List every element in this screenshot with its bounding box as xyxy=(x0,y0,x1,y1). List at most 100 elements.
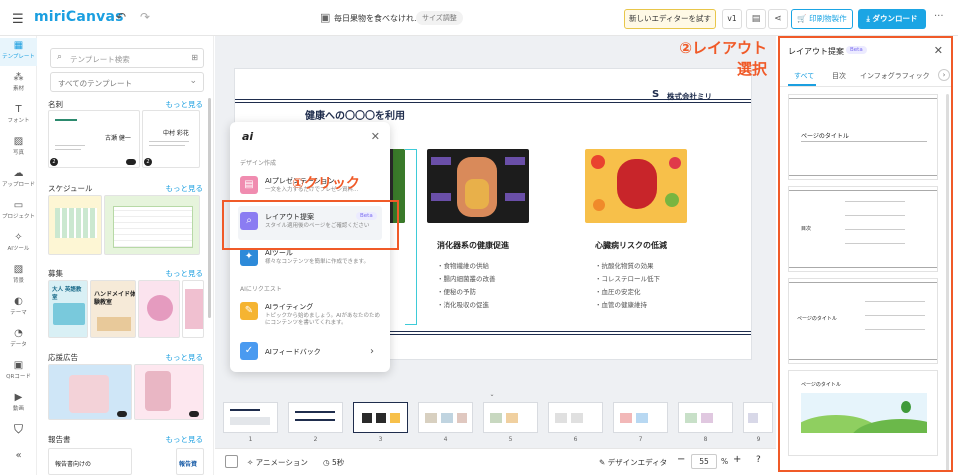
template-thumbnail[interactable] xyxy=(138,280,180,338)
layout-option-card[interactable]: ページのタイトル xyxy=(788,370,938,456)
item-name: AIフィードバック xyxy=(265,348,321,356)
redo-icon[interactable]: ↷ xyxy=(140,10,150,24)
version-button[interactable]: v1 xyxy=(722,9,742,29)
try-new-editor-button[interactable]: 新しいエディターを試す xyxy=(624,9,716,29)
design-editor-button[interactable]: ✎ デザインエディタ xyxy=(599,457,667,468)
template-thumbnail[interactable] xyxy=(48,364,132,420)
chevron-right-icon[interactable]: › xyxy=(938,69,950,81)
digestive-image[interactable] xyxy=(427,149,529,223)
card-bullet[interactable]: ・食物繊維の供給 xyxy=(437,260,489,270)
template-search-input[interactable]: ⌕ テンプレート検索 ⊞ xyxy=(50,48,204,68)
collapse-panel-button[interactable]: « xyxy=(0,448,37,475)
template-thumbnail[interactable]: ハンドメイド体験教室 xyxy=(90,280,136,338)
card-bullet[interactable]: ・便秘の予防 xyxy=(437,286,476,296)
hamburger-icon[interactable]: ☰ xyxy=(12,12,24,27)
app-logo[interactable]: miriCanvas xyxy=(34,9,124,25)
rail-item-ai-tool[interactable]: ✧ AIツール xyxy=(0,230,37,258)
chevron-right-icon: › xyxy=(370,346,374,357)
share-icon[interactable]: ⋖ xyxy=(768,9,788,29)
panel-scrollbar[interactable] xyxy=(946,94,949,470)
card-bullet[interactable]: ・抗酸化物質の効果 xyxy=(595,260,654,270)
template-thumbnail[interactable] xyxy=(182,280,204,338)
ai-feedback-item[interactable]: ✓ AIフィードバック › xyxy=(238,336,382,370)
rail-item-font[interactable]: T フォント xyxy=(0,102,37,130)
more-options-icon[interactable]: ··· xyxy=(934,11,944,22)
zoom-out-icon[interactable]: − xyxy=(677,454,685,465)
rail-item-elements[interactable]: ⁂ 素材 xyxy=(0,70,37,98)
template-thumbnail[interactable] xyxy=(48,195,102,255)
rail-item-qr[interactable]: ▣ QRコード xyxy=(0,358,37,386)
template-thumbnail[interactable] xyxy=(104,195,200,255)
rail-item-background[interactable]: ▧ 背景 xyxy=(0,262,37,290)
text-line xyxy=(801,141,927,142)
print-order-button[interactable]: 🛒 印刷物製作 xyxy=(791,9,853,29)
page-view-toggle[interactable] xyxy=(225,455,238,468)
company-name[interactable]: 株式会社ミリ xyxy=(667,91,712,102)
rail-item-photo[interactable]: ▨ 写真 xyxy=(0,134,37,162)
rail-item-data[interactable]: ◔ データ xyxy=(0,326,37,354)
template-thumbnail[interactable]: 大人 英語教室 xyxy=(48,280,88,338)
rail-label: テーマ xyxy=(10,310,27,316)
animation-button[interactable]: ✧ アニメーション xyxy=(247,457,308,468)
card-bullet[interactable]: ・コレステロール低下 xyxy=(595,273,660,283)
card-title[interactable]: 消化器系の健康促進 xyxy=(437,240,509,251)
tab-all[interactable]: すべて xyxy=(794,71,814,81)
layout-option-card[interactable]: ページのタイトル xyxy=(788,278,938,364)
slide-heading[interactable]: 健康への〇〇〇を利用 xyxy=(305,107,405,122)
see-more-link[interactable]: もっと見る xyxy=(166,352,204,363)
tab-infographic[interactable]: インフォグラフィック xyxy=(860,71,930,81)
divider xyxy=(789,267,937,268)
page-thumbnail[interactable] xyxy=(613,402,668,433)
card-title[interactable]: 心臓病リスクの低減 xyxy=(595,240,667,251)
image-search-icon[interactable]: ⊞ xyxy=(191,53,198,62)
see-more-link[interactable]: もっと見る xyxy=(166,99,204,110)
template-thumbnail[interactable]: 報告資 xyxy=(176,448,204,475)
page-thumbnail[interactable] xyxy=(223,402,278,433)
duration-button[interactable]: ◷ 5秒 xyxy=(323,457,344,468)
close-icon[interactable]: ✕ xyxy=(371,130,380,143)
page-thumbnail[interactable] xyxy=(743,402,773,433)
see-more-link[interactable]: もっと見る xyxy=(166,268,204,279)
rail-item-template[interactable]: ▦ テンプレート xyxy=(0,38,37,66)
rail-item-upload[interactable]: ☁ アップロード xyxy=(0,166,37,194)
see-more-link[interactable]: もっと見る xyxy=(166,183,204,194)
tab-toc[interactable]: 目次 xyxy=(832,71,846,81)
template-thumbnail[interactable]: 報告書向けの xyxy=(48,448,132,475)
page-thumbnail[interactable] xyxy=(288,402,343,433)
panel-scrollbar[interactable] xyxy=(208,98,211,318)
landscape-image xyxy=(801,393,927,433)
close-icon[interactable]: ✕ xyxy=(934,44,943,57)
template-thumbnail[interactable] xyxy=(134,364,204,420)
heart-image[interactable] xyxy=(585,149,687,223)
page-thumbnail[interactable] xyxy=(678,402,733,433)
card-bullet[interactable]: ・血圧の安定化 xyxy=(595,286,641,296)
rail-item-project[interactable]: ▭ プロジェクト xyxy=(0,198,37,226)
undo-icon[interactable]: ↶ xyxy=(116,10,126,24)
resize-button[interactable]: サイズ調整 xyxy=(416,11,463,25)
zoom-in-icon[interactable]: + xyxy=(733,454,741,465)
help-icon[interactable]: ? xyxy=(756,455,761,465)
layout-option-card[interactable]: ページのタイトル xyxy=(788,94,938,180)
rail-label: アップロード xyxy=(1,182,35,188)
layout-option-card[interactable]: 目次 xyxy=(788,186,938,272)
page-thumbnail[interactable] xyxy=(418,402,473,433)
rail-item-brand[interactable]: ⛉ xyxy=(0,420,37,448)
card-bullet[interactable]: ・血管の健康維持 xyxy=(595,299,647,309)
page-thumbnail-active[interactable] xyxy=(353,402,408,433)
page-thumbnail[interactable] xyxy=(548,402,603,433)
see-more-link[interactable]: もっと見る xyxy=(166,434,204,445)
page-thumbnail[interactable] xyxy=(483,402,538,433)
document-title[interactable]: 毎日果物を食べなけれ... xyxy=(334,13,422,24)
download-button[interactable]: ⤓ ダウンロード xyxy=(858,9,926,29)
ai-writing-item[interactable]: ✎ AIライティング トピックから始めましょう。AIがあなたのためにコンテンツを… xyxy=(238,296,382,336)
template-thumbnail[interactable]: 古瀬 健一 2 xyxy=(48,110,140,168)
template-filter-select[interactable]: すべてのテンプレート ⌄ xyxy=(50,72,204,92)
folder-icon[interactable]: ▣ xyxy=(320,11,330,24)
template-thumbnail[interactable]: 中村 彩花 2 xyxy=(142,110,200,168)
rail-item-video[interactable]: ▶ 動画 xyxy=(0,390,37,418)
card-bullet[interactable]: ・消化吸収の促進 xyxy=(437,299,489,309)
card-bullet[interactable]: ・腸内細菌叢の改善 xyxy=(437,273,496,283)
rail-item-theme[interactable]: ◐ テーマ xyxy=(0,294,37,322)
zoom-input[interactable]: 55 xyxy=(691,454,717,469)
memo-icon[interactable]: ▤ xyxy=(746,9,766,29)
